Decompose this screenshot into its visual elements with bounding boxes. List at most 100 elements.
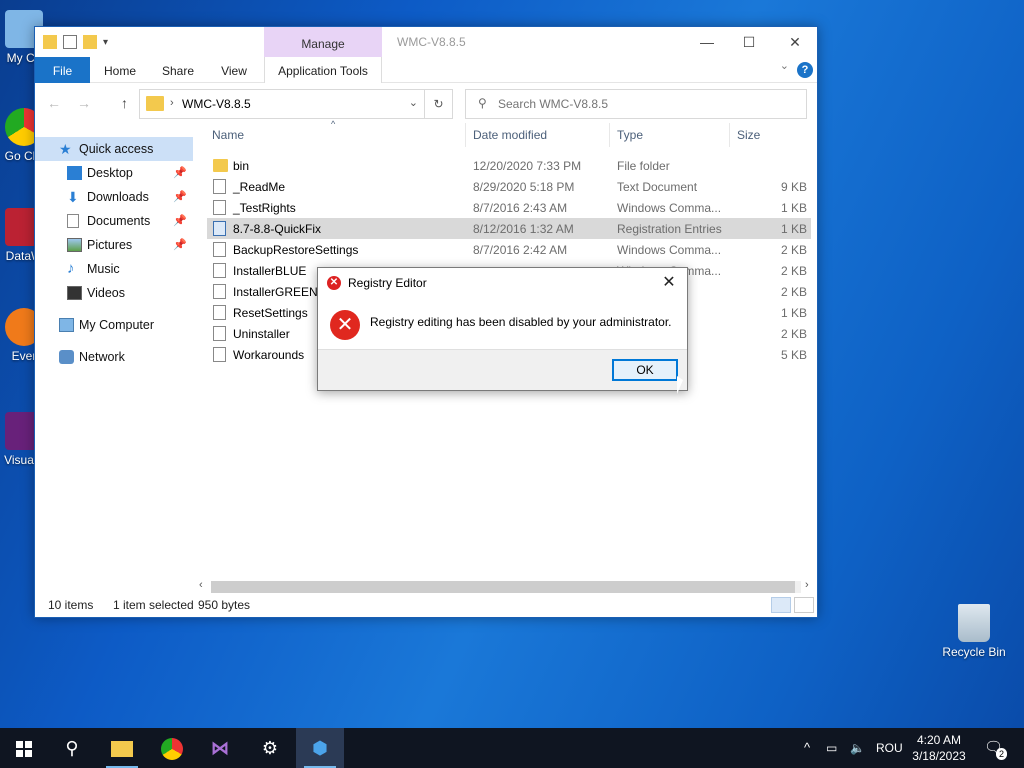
- nav-downloads[interactable]: ⬇ Downloads 📌: [35, 185, 193, 209]
- file-row[interactable]: BackupRestoreSettings 8/7/2016 2:42 AM Win…: [207, 239, 811, 260]
- column-header-size[interactable]: Size: [737, 128, 760, 142]
- file-size: 5 KB: [780, 348, 807, 362]
- nav-documents[interactable]: Documents 📌: [35, 209, 193, 233]
- column-divider[interactable]: [729, 123, 730, 147]
- nav-desktop[interactable]: Desktop 📌: [35, 161, 193, 185]
- chrome-icon: [161, 738, 183, 761]
- input-language[interactable]: ROU: [876, 728, 903, 768]
- desktop-icon-recycle-bin[interactable]: Recycle Bin: [936, 604, 1012, 659]
- nav-label: My Computer: [79, 318, 155, 332]
- file-type: Registration Entries: [617, 222, 722, 236]
- status-selection: 1 item selected: [113, 598, 194, 612]
- pin-icon[interactable]: 📌: [173, 185, 187, 209]
- column-divider[interactable]: [609, 123, 610, 147]
- minimize-button[interactable]: —: [687, 31, 727, 53]
- tab-file[interactable]: File: [35, 57, 90, 83]
- address-bar[interactable]: › WMC-V8.8.5 ⌄ ↻: [139, 89, 453, 119]
- ok-button[interactable]: OK: [612, 359, 678, 381]
- scroll-left-icon[interactable]: ‹: [199, 579, 203, 591]
- large-icons-view-icon[interactable]: [794, 597, 814, 613]
- pin-icon[interactable]: 📌: [173, 233, 187, 257]
- context-tab-manage: Manage: [264, 27, 382, 57]
- up-icon[interactable]: ↑: [121, 95, 128, 111]
- tab-view[interactable]: View: [211, 57, 257, 83]
- taskbar-file-explorer[interactable]: [98, 728, 146, 768]
- forward-icon[interactable]: →: [77, 95, 91, 111]
- properties-icon[interactable]: [63, 35, 77, 49]
- folder-icon[interactable]: [43, 35, 57, 49]
- file-name: _ReadMe: [233, 180, 286, 194]
- documents-icon: [67, 214, 79, 228]
- network-status-icon[interactable]: ▭: [826, 728, 837, 768]
- pictures-icon: [67, 238, 82, 252]
- system-clock[interactable]: 4:20 AM 3/18/2023: [908, 732, 970, 764]
- expand-ribbon-icon[interactable]: ⌄: [780, 59, 789, 72]
- file-row[interactable]: bin 12/20/2020 7:33 PM File folder: [207, 155, 811, 176]
- new-folder-icon[interactable]: [83, 35, 97, 49]
- nav-network[interactable]: Network: [35, 345, 193, 369]
- nav-my-computer[interactable]: My Computer: [35, 313, 193, 337]
- maximize-button[interactable]: ☐: [729, 31, 769, 53]
- file-name: InstallerBLUE: [233, 264, 307, 278]
- file-size: 1 KB: [780, 201, 807, 215]
- search-input[interactable]: [498, 95, 788, 113]
- pin-icon[interactable]: 📌: [173, 161, 187, 185]
- videos-icon: [67, 286, 82, 300]
- search-box[interactable]: ⚲: [465, 89, 807, 119]
- start-button[interactable]: [0, 728, 48, 768]
- nav-quick-access[interactable]: ★ Quick access: [35, 137, 193, 161]
- chevron-down-icon[interactable]: ⌄: [409, 96, 418, 109]
- error-icon: ✕: [330, 310, 360, 340]
- close-button[interactable]: ✕: [775, 31, 815, 53]
- column-divider[interactable]: [465, 123, 466, 147]
- mouse-cursor-icon: [677, 376, 683, 394]
- taskbar-chrome[interactable]: [148, 728, 196, 768]
- nav-label: Pictures: [87, 238, 133, 252]
- file-row[interactable]: _TestRights 8/7/2016 2:43 AM Windows Comma…: [207, 197, 811, 218]
- tab-share[interactable]: Share: [155, 57, 201, 83]
- file-name: 8.7-8.8-QuickFix: [233, 222, 322, 236]
- file-size: 9 KB: [780, 180, 807, 194]
- pin-icon[interactable]: 📌: [173, 209, 187, 233]
- chevron-down-icon[interactable]: ▾: [103, 37, 108, 48]
- file-type: Text Document: [617, 180, 698, 194]
- file-date: 8/7/2016 2:43 AM: [473, 201, 568, 215]
- back-icon[interactable]: ←: [47, 95, 61, 111]
- nav-pictures[interactable]: Pictures 📌: [35, 233, 193, 257]
- file-row[interactable]: 8.7-8.8-QuickFix 8/12/2016 1:32 AM Registr…: [207, 218, 811, 239]
- file-row[interactable]: _ReadMe 8/29/2020 5:18 PM Text Document 9 K…: [207, 176, 811, 197]
- taskbar-settings[interactable]: ⚙: [246, 728, 294, 768]
- help-icon[interactable]: ?: [797, 62, 813, 78]
- error-icon: ✕: [327, 276, 341, 290]
- clock-date: 3/18/2023: [912, 749, 966, 763]
- file-name: InstallerGREEN: [233, 285, 318, 299]
- download-icon: ⬇: [67, 189, 79, 205]
- file-explorer-icon: [111, 741, 133, 758]
- show-hidden-icons[interactable]: ^: [804, 728, 810, 768]
- details-view-icon[interactable]: [771, 597, 791, 613]
- file-date: 8/7/2016 2:42 AM: [473, 243, 568, 257]
- chevron-right-icon[interactable]: ›: [170, 97, 174, 109]
- address-path[interactable]: WMC-V8.8.5: [182, 97, 251, 111]
- nav-videos[interactable]: Videos: [35, 281, 193, 305]
- scroll-right-icon[interactable]: ›: [805, 579, 809, 591]
- dialog-close-button[interactable]: ✕: [657, 271, 681, 295]
- tab-home[interactable]: Home: [97, 57, 143, 83]
- volume-icon[interactable]: 🔈: [850, 728, 865, 768]
- cmd-file-icon: [213, 305, 226, 320]
- scroll-thumb[interactable]: [211, 581, 795, 593]
- column-header-type[interactable]: Type: [617, 128, 643, 142]
- column-header-date[interactable]: Date modified: [473, 128, 547, 142]
- desktop-icon-label: Recycle Bin: [942, 645, 1006, 659]
- taskbar-visual-studio[interactable]: ⋈: [196, 728, 244, 768]
- tab-application-tools[interactable]: Application Tools: [264, 57, 382, 83]
- column-header-name[interactable]: Name: [212, 128, 244, 142]
- cmd-file-icon: [213, 263, 226, 278]
- navigation-pane: ★ Quick access Desktop 📌 ⬇ Downloads 📌 D…: [35, 123, 195, 583]
- taskbar-registry-editor[interactable]: ⬢: [296, 728, 344, 768]
- search-button[interactable]: ⚲: [48, 728, 96, 768]
- file-size: 2 KB: [780, 243, 807, 257]
- refresh-icon[interactable]: ↻: [424, 90, 452, 118]
- nav-music[interactable]: ♪ Music: [35, 257, 193, 281]
- folder-icon: [146, 96, 164, 111]
